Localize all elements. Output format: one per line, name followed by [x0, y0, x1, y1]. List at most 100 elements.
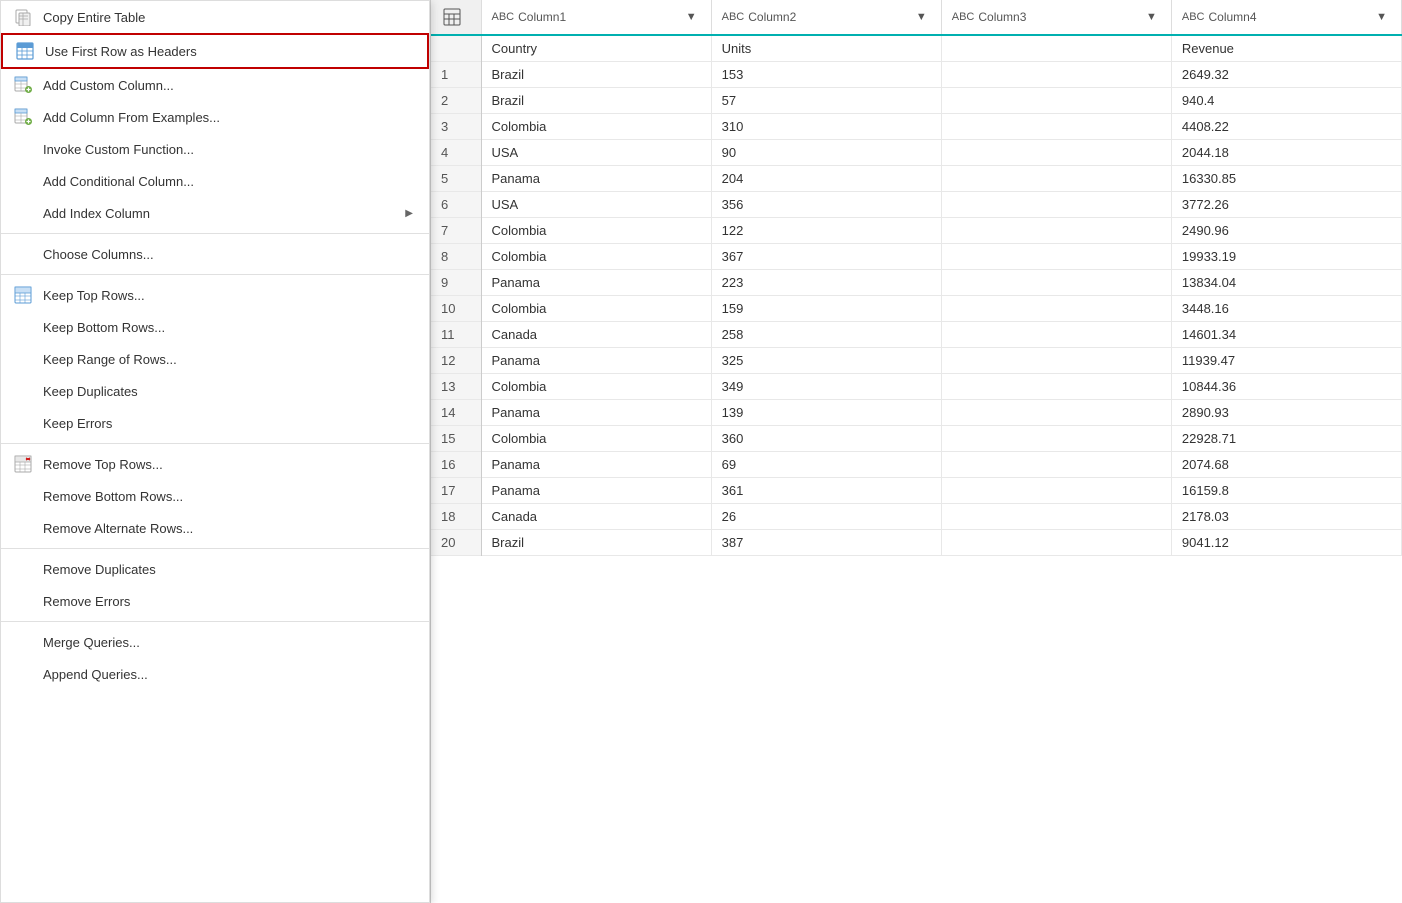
menu-item-keep-bottom-rows[interactable]: Keep Bottom Rows...	[1, 311, 429, 343]
cell-10-col3	[941, 296, 1171, 322]
cell-5-col2: 204	[711, 166, 941, 192]
menu-item-keep-range-rows[interactable]: Keep Range of Rows...	[1, 343, 429, 375]
cell-8-col3	[941, 244, 1171, 270]
menu-label-merge-queries: Merge Queries...	[43, 635, 413, 650]
menu-item-keep-duplicates[interactable]: Keep Duplicates	[1, 375, 429, 407]
row-num-14: 14	[431, 400, 481, 426]
menu-item-copy-table[interactable]: Copy Entire Table	[1, 1, 429, 33]
menu-item-remove-errors[interactable]: Remove Errors	[1, 585, 429, 617]
cell-5-col4: 16330.85	[1171, 166, 1401, 192]
table-menu-icon[interactable]	[441, 6, 463, 28]
cell-15-col4: 22928.71	[1171, 426, 1401, 452]
table-row: 3Colombia3104408.22	[431, 114, 1402, 140]
menu-item-invoke-custom-fn[interactable]: Invoke Custom Function...	[1, 133, 429, 165]
cell-9-col4: 13834.04	[1171, 270, 1401, 296]
cell-10-col4: 3448.16	[1171, 296, 1401, 322]
col-dropdown-col4[interactable]: ▼	[1372, 9, 1391, 25]
col-header-col1: ABC Column1 ▼	[481, 0, 711, 35]
table-row: 7Colombia1222490.96	[431, 218, 1402, 244]
menu-label-keep-duplicates: Keep Duplicates	[43, 384, 413, 399]
cell-16-col2: 69	[711, 452, 941, 478]
cell-19-col3	[941, 530, 1171, 556]
col-dropdown-col1[interactable]: ▼	[682, 9, 701, 25]
cell-8-col1: Colombia	[481, 244, 711, 270]
row-num-8: 8	[431, 244, 481, 270]
cell-18-col2: 26	[711, 504, 941, 530]
cell-3-col2: 310	[711, 114, 941, 140]
row-num-5: 5	[431, 166, 481, 192]
row-num-15: 15	[431, 426, 481, 452]
menu-separator-separator4	[1, 548, 429, 549]
menu-item-keep-errors[interactable]: Keep Errors	[1, 407, 429, 439]
main-container: Copy Entire Table Use First Row as Heade…	[0, 0, 1402, 903]
menu-icon-use-first-row	[15, 41, 35, 61]
cell-4-col3	[941, 140, 1171, 166]
cell-8-col2: 367	[711, 244, 941, 270]
menu-item-choose-cols[interactable]: Choose Columns...	[1, 238, 429, 270]
cell-15-col2: 360	[711, 426, 941, 452]
menu-item-remove-duplicates[interactable]: Remove Duplicates	[1, 553, 429, 585]
cell-0-col3	[941, 35, 1171, 62]
cell-3-col4: 4408.22	[1171, 114, 1401, 140]
col-name-col4: Column4	[1209, 10, 1257, 24]
cell-17-col2: 361	[711, 478, 941, 504]
menu-item-append-queries[interactable]: Append Queries...	[1, 658, 429, 690]
data-table: ABC Column1 ▼ ABC Column2 ▼ ABC Column3 …	[431, 0, 1402, 556]
table-row: 12Panama32511939.47	[431, 348, 1402, 374]
table-row: 4USA902044.18	[431, 140, 1402, 166]
menu-icon-merge-queries	[13, 632, 33, 652]
table-row: 9Panama22313834.04	[431, 270, 1402, 296]
menu-item-remove-alternate-rows[interactable]: Remove Alternate Rows...	[1, 512, 429, 544]
cell-12-col1: Panama	[481, 348, 711, 374]
table-row: 8Colombia367 19933.19	[431, 244, 1402, 270]
cell-11-col3	[941, 322, 1171, 348]
menu-icon-copy-table	[13, 7, 33, 27]
menu-icon-remove-alternate-rows	[13, 518, 33, 538]
cell-16-col1: Panama	[481, 452, 711, 478]
col-type-icon-col4: ABC	[1182, 11, 1205, 23]
row-num-6: 6	[431, 192, 481, 218]
cell-19-col1: Brazil	[481, 530, 711, 556]
menu-icon-choose-cols	[13, 244, 33, 264]
menu-item-add-col-examples[interactable]: Add Column From Examples...	[1, 101, 429, 133]
cell-3-col3	[941, 114, 1171, 140]
col-type-col3: ABC Column3	[952, 10, 1027, 24]
cell-9-col3	[941, 270, 1171, 296]
menu-item-add-custom-col[interactable]: Add Custom Column...	[1, 69, 429, 101]
menu-item-remove-bottom-rows[interactable]: Remove Bottom Rows...	[1, 480, 429, 512]
menu-icon-add-conditional-col	[13, 171, 33, 191]
cell-12-col3	[941, 348, 1171, 374]
menu-label-add-col-examples: Add Column From Examples...	[43, 110, 413, 125]
menu-item-add-index-col[interactable]: Add Index Column ▶	[1, 197, 429, 229]
cell-9-col2: 223	[711, 270, 941, 296]
row-num-3: 3	[431, 114, 481, 140]
menu-item-add-conditional-col[interactable]: Add Conditional Column...	[1, 165, 429, 197]
cell-11-col2: 258	[711, 322, 941, 348]
menu-label-choose-cols: Choose Columns...	[43, 247, 413, 262]
menu-icon-append-queries	[13, 664, 33, 684]
cell-2-col4: 940.4	[1171, 88, 1401, 114]
menu-item-merge-queries[interactable]: Merge Queries...	[1, 626, 429, 658]
menu-separator-separator2	[1, 274, 429, 275]
col-dropdown-col2[interactable]: ▼	[912, 9, 931, 25]
menu-item-remove-top-rows[interactable]: Remove Top Rows...	[1, 448, 429, 480]
table-row: 5Panama20416330.85	[431, 166, 1402, 192]
col-name-col2: Column2	[748, 10, 796, 24]
cell-17-col1: Panama	[481, 478, 711, 504]
cell-8-col4: 19933.19	[1171, 244, 1401, 270]
menu-item-keep-top-rows[interactable]: Keep Top Rows...	[1, 279, 429, 311]
cell-6-col3	[941, 192, 1171, 218]
table-row: 6USA3563772.26	[431, 192, 1402, 218]
menu-item-use-first-row[interactable]: Use First Row as Headers	[1, 33, 429, 69]
cell-17-col4: 16159.8	[1171, 478, 1401, 504]
cell-9-col1: Panama	[481, 270, 711, 296]
menu-label-add-custom-col: Add Custom Column...	[43, 78, 413, 93]
row-num-0	[431, 35, 481, 62]
row-num-12: 12	[431, 348, 481, 374]
cell-12-col2: 325	[711, 348, 941, 374]
row-num-19: 20	[431, 530, 481, 556]
cell-14-col4: 2890.93	[1171, 400, 1401, 426]
menu-icon-keep-bottom-rows	[13, 317, 33, 337]
cell-5-col3	[941, 166, 1171, 192]
col-dropdown-col3[interactable]: ▼	[1142, 9, 1161, 25]
